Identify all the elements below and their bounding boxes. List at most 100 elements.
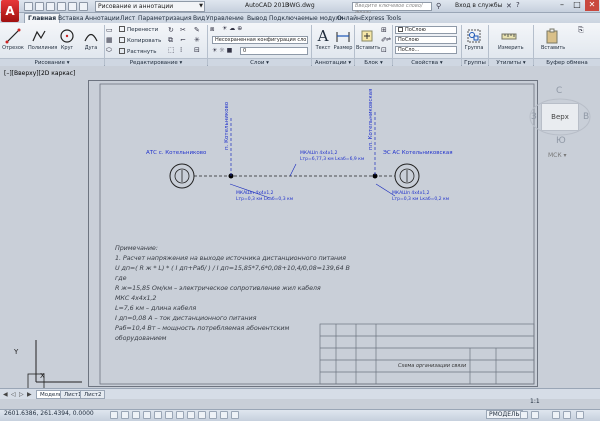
tab-parametric[interactable]: Параметризация xyxy=(135,14,195,23)
snap-toggle-icon[interactable] xyxy=(110,411,118,419)
arc-tool[interactable]: Дуга xyxy=(80,28,102,51)
panel-title-block[interactable]: Блок ▾ xyxy=(355,58,392,66)
copy-tool[interactable]: Копировать xyxy=(119,37,161,45)
login-button[interactable]: Вход в службы xyxy=(455,2,502,9)
scale-icon[interactable]: ⬚ xyxy=(168,46,175,54)
ortho-toggle-icon[interactable] xyxy=(132,411,140,419)
create-block-icon[interactable]: ⊞ xyxy=(381,26,387,34)
redo-icon[interactable] xyxy=(79,2,88,11)
viewcube-top-face[interactable]: Верх xyxy=(541,103,579,131)
lineweight-toggle-icon[interactable] xyxy=(209,411,217,419)
viewcube-west[interactable]: З xyxy=(531,112,537,122)
panel-title-layers[interactable]: Слои ▾ xyxy=(208,58,311,66)
panel-title-utilities[interactable]: Утилиты ▾ xyxy=(489,58,533,66)
match-properties-icon[interactable]: ⇌ xyxy=(386,36,391,43)
first-tab-arrow[interactable]: ◀ xyxy=(3,391,8,398)
exchange-icon[interactable]: ✕ xyxy=(506,2,512,10)
help-icon[interactable]: ? xyxy=(516,1,520,9)
polar-toggle-icon[interactable] xyxy=(143,411,151,419)
clean-screen-icon[interactable] xyxy=(576,411,584,419)
open-file-icon[interactable] xyxy=(35,2,44,11)
measure-tool[interactable]: Измерить xyxy=(498,28,524,51)
quick-properties-toggle-icon[interactable] xyxy=(231,411,239,419)
ellipse-icon[interactable]: ⬭ xyxy=(106,46,112,55)
command-line[interactable] xyxy=(0,399,600,409)
workspace-dropdown[interactable]: Рисование и аннотации ▼ xyxy=(95,1,205,12)
last-tab-arrow[interactable]: ▶ xyxy=(27,391,32,398)
search-input[interactable]: Введите ключевое слово/фразу xyxy=(352,2,432,16)
layer-toggles-icon[interactable]: ☀ ☼ ■ xyxy=(212,47,232,54)
stretch-tool[interactable]: Растянуть xyxy=(119,48,157,56)
save-icon[interactable] xyxy=(46,2,55,11)
text-tool[interactable]: A Текст xyxy=(312,28,334,51)
layer-dropdown[interactable]: 0 xyxy=(240,47,308,55)
binoculars-icon[interactable]: ⚲ xyxy=(436,2,441,10)
panel-title-groups[interactable]: Группы ▾ xyxy=(462,58,488,74)
transparency-toggle-icon[interactable] xyxy=(220,411,228,419)
tab-layout2[interactable]: Лист2 xyxy=(80,390,106,399)
attribute-icon[interactable]: ⊡ xyxy=(381,46,387,54)
panel-title-properties[interactable]: Свойства ▾ xyxy=(393,58,461,66)
viewcube-north[interactable]: С xyxy=(556,86,562,96)
3d-osnap-toggle-icon[interactable] xyxy=(165,411,173,419)
layer-properties-icon[interactable]: ⧈ xyxy=(210,25,214,34)
paste-tool[interactable]: Вставить xyxy=(541,28,565,51)
coordinates-readout[interactable]: 2601.6386, 261.4394, 0.0000 xyxy=(4,410,94,417)
next-tab-arrow[interactable]: ▷ xyxy=(19,391,24,398)
tab-manage[interactable]: Управление xyxy=(203,14,247,23)
maximize-button[interactable]: □ xyxy=(570,0,584,11)
mirror-icon[interactable]: ⧉ xyxy=(168,36,173,45)
layer-state-dropdown[interactable]: Несохраненная конфигурация сло xyxy=(212,36,308,44)
explode-icon[interactable]: ✳ xyxy=(194,36,200,44)
panel-title-clipboard[interactable]: Буфер обмена xyxy=(534,58,600,66)
new-file-icon[interactable] xyxy=(24,2,33,11)
lineweight-dropdown[interactable]: ПоСло... xyxy=(395,46,457,54)
panel-title-annotation[interactable]: Аннотации ▾ xyxy=(312,58,354,66)
copy-label: Копировать xyxy=(127,38,162,44)
lock-icon[interactable] xyxy=(563,411,571,419)
insert-block-tool[interactable]: Вставить xyxy=(356,28,380,51)
grid-toggle-icon[interactable] xyxy=(121,411,129,419)
line-tool[interactable]: Отрезок xyxy=(2,28,24,51)
polyline-tool[interactable]: Полилиния xyxy=(28,28,57,51)
fillet-icon[interactable]: ⌐ xyxy=(180,36,186,44)
ducs-toggle-icon[interactable] xyxy=(187,411,195,419)
osnap-toggle-icon[interactable] xyxy=(154,411,162,419)
circle-tool[interactable]: Круг xyxy=(56,28,78,51)
trim-icon[interactable]: ✂ xyxy=(180,26,186,34)
prev-tab-arrow[interactable]: ◁ xyxy=(11,391,16,398)
panel-title-draw[interactable]: Рисование ▾ xyxy=(0,58,104,66)
save-as-icon[interactable] xyxy=(57,2,66,11)
wcs-menu[interactable]: МСК ▾ xyxy=(548,152,567,159)
color-dropdown[interactable]: ПоСлою xyxy=(395,26,457,34)
layer-state-icon[interactable]: ☀ ☁ ⊕ xyxy=(222,25,242,32)
workspace-switch-icon[interactable] xyxy=(552,411,560,419)
annotation-scale[interactable]: 1:1 xyxy=(530,398,540,405)
erase-icon[interactable]: ✎ xyxy=(194,26,200,34)
polyline-label: Полилиния xyxy=(28,45,58,51)
model-space-button[interactable]: РМОДЕЛЬ xyxy=(486,410,523,419)
close-button[interactable]: ✕ xyxy=(585,0,599,11)
hatch-icon[interactable]: ▦ xyxy=(106,36,113,44)
rotate-icon[interactable]: ↻ xyxy=(168,26,174,34)
dyn-toggle-icon[interactable] xyxy=(198,411,206,419)
group-tool[interactable]: Группа xyxy=(463,28,485,51)
dimension-tool[interactable]: Размер xyxy=(332,28,354,51)
quick-view-layouts-icon[interactable] xyxy=(520,411,528,419)
viewport-controls[interactable]: [–][Вверху][2D каркас] xyxy=(4,70,75,77)
tab-express-tools[interactable]: Express Tools xyxy=(358,14,404,23)
move-tool[interactable]: Перенести xyxy=(119,26,158,34)
application-menu-button[interactable]: A xyxy=(1,0,19,22)
undo-icon[interactable] xyxy=(68,2,77,11)
linetype-dropdown[interactable]: ПоСлою xyxy=(395,36,457,44)
copy-clip-icon[interactable]: ⎘ xyxy=(578,26,584,35)
quick-view-drawings-icon[interactable] xyxy=(531,411,539,419)
panel-title-modify[interactable]: Редактирование ▾ xyxy=(105,58,207,66)
viewcube-south[interactable]: Ю xyxy=(556,136,566,146)
otrack-toggle-icon[interactable] xyxy=(176,411,184,419)
array-icon[interactable]: ⁞ xyxy=(180,46,182,54)
minimize-button[interactable]: – xyxy=(555,0,569,11)
offset-icon[interactable]: ⊟ xyxy=(194,46,200,54)
rectangle-icon[interactable]: ▭ xyxy=(106,26,113,34)
viewcube-east[interactable]: В xyxy=(583,112,589,122)
